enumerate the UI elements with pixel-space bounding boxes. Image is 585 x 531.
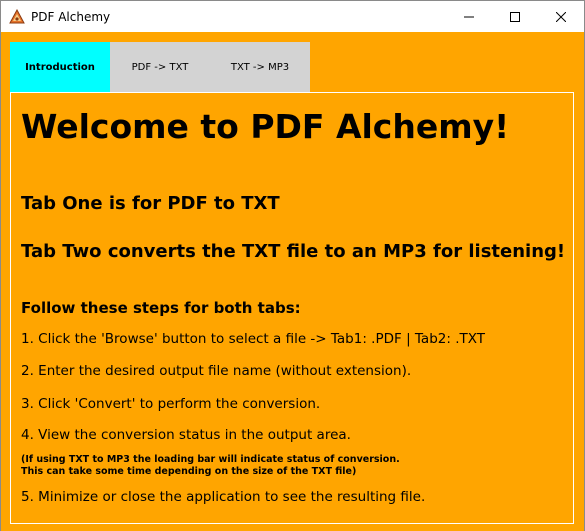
tab-one-description: Tab One is for PDF to TXT [21,193,280,214]
steps-heading: Follow these steps for both tabs: [21,299,301,317]
welcome-heading: Welcome to PDF Alchemy! [21,107,510,146]
conversion-note-line-1: (If using TXT to MP3 the loading bar wil… [21,454,400,465]
pdf-alchemy-app-icon [9,9,25,24]
tab-pdf-to-txt[interactable]: PDF -> TXT [110,42,210,92]
close-button[interactable] [538,1,584,32]
minimize-button[interactable] [446,1,492,32]
step-3: 3. Click 'Convert' to perform the conver… [21,396,321,412]
title-bar[interactable]: PDF Alchemy [1,1,584,32]
minimize-icon [464,16,474,17]
tab-introduction[interactable]: Introduction [10,42,110,92]
conversion-note: (If using TXT to MP3 the loading bar wil… [21,454,400,478]
tab-two-description: Tab Two converts the TXT file to an MP3 … [21,241,566,262]
step-5: 5. Minimize or close the application to … [21,489,426,505]
maximize-icon [510,11,520,22]
conversion-note-line-2: This can take some time depending on the… [21,466,357,477]
close-icon [556,11,566,22]
step-4: 4. View the conversion status in the out… [21,427,351,443]
window-title: PDF Alchemy [31,10,111,24]
maximize-button[interactable] [492,1,538,32]
step-1: 1. Click the 'Browse' button to select a… [21,331,485,347]
introduction-panel: Welcome to PDF Alchemy! Tab One is for P… [10,92,574,524]
app-window: PDF Alchemy Introduction PDF -> TXT TXT … [0,0,585,531]
tab-txt-to-mp3[interactable]: TXT -> MP3 [210,42,310,92]
tab-bar: Introduction PDF -> TXT TXT -> MP3 [10,42,310,92]
step-2: 2. Enter the desired output file name (w… [21,363,412,379]
client-area: Introduction PDF -> TXT TXT -> MP3 Welco… [1,32,584,531]
